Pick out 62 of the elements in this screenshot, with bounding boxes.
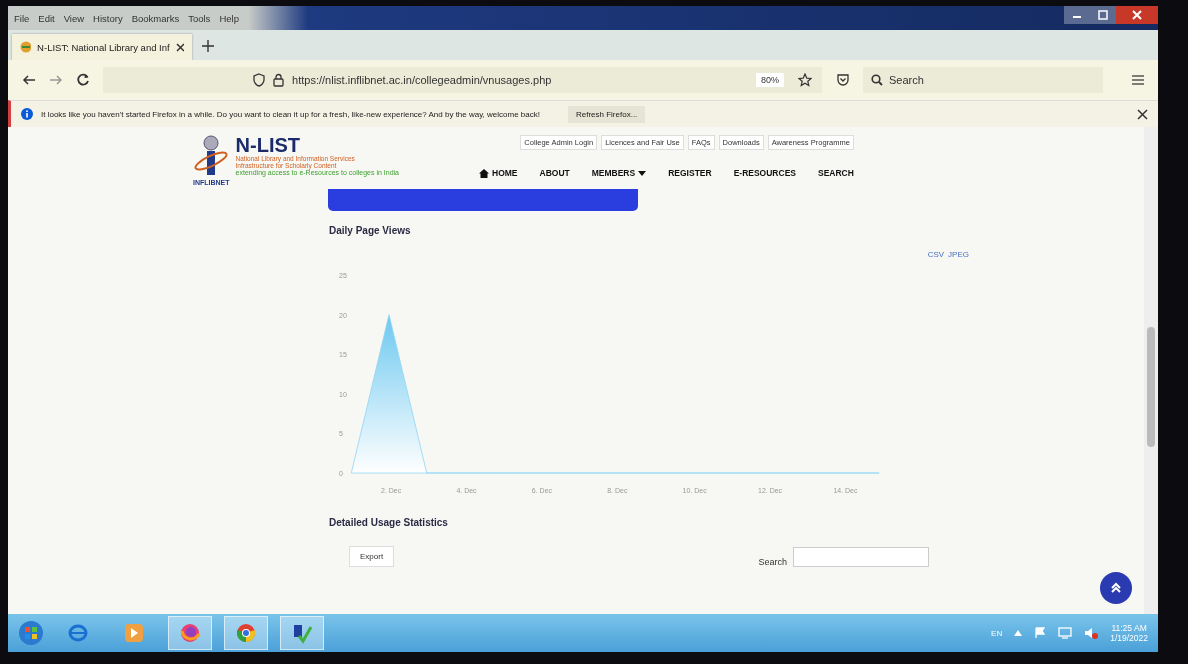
caret-icon: [638, 170, 647, 176]
nav-link[interactable]: HOME: [479, 168, 518, 178]
taskbar-icon[interactable]: [224, 616, 268, 650]
section-heading: Detailed Usage Statistics: [329, 517, 449, 528]
close-icon: [1132, 10, 1142, 20]
menu-item[interactable]: File: [14, 12, 30, 24]
nav-link[interactable]: ABOUT: [539, 168, 570, 178]
search-field[interactable]: [793, 547, 929, 567]
menu-item[interactable]: History: [93, 12, 123, 24]
new-tab-icon[interactable]: [202, 40, 214, 52]
play-icon: [123, 622, 145, 644]
scrollbar[interactable]: [1144, 127, 1158, 614]
search-field[interactable]: Search: [862, 67, 1103, 93]
browser-e-icon: [67, 622, 89, 644]
home-icon: [479, 168, 489, 178]
menu-item[interactable]: Tools: [188, 12, 211, 24]
menu-item[interactable]: Edit: [38, 12, 55, 24]
star-icon[interactable]: [797, 73, 812, 87]
minimize-button[interactable]: [1064, 6, 1090, 24]
export-button[interactable]: Export: [349, 546, 395, 567]
section-heading: Daily Page Views: [329, 225, 412, 236]
nav-link[interactable]: SEARCH: [818, 168, 854, 178]
site-icon: [20, 41, 32, 53]
back-icon[interactable]: [22, 74, 36, 86]
flag-icon[interactable]: [1034, 627, 1047, 639]
nav-link[interactable]: MEMBERS: [591, 168, 647, 178]
browser-tab[interactable]: N-LIST: National Library and Inf: [12, 34, 192, 60]
menu-item[interactable]: Bookmarks: [131, 12, 180, 24]
notification-message: It looks like you haven't started Firefox in a while. Do you want to clean it up for a fresh, like-new experience? And by the way, welcome back!: [41, 109, 540, 119]
close-icon[interactable]: [1137, 108, 1148, 120]
close-button[interactable]: [1116, 6, 1158, 24]
app-icon: [291, 622, 313, 644]
export-link[interactable]: JPEG: [948, 250, 969, 259]
fox-globe-icon: [179, 622, 201, 644]
menu-item[interactable]: View: [63, 12, 85, 24]
reload-icon[interactable]: [76, 73, 90, 87]
pocket-icon[interactable]: [835, 73, 849, 87]
export-link[interactable]: CSV: [927, 250, 945, 259]
close-icon[interactable]: [175, 42, 184, 52]
taskbar-icon[interactable]: [280, 616, 324, 650]
double-chevron-icon: [1110, 582, 1122, 594]
lock-icon[interactable]: [273, 73, 285, 87]
start-button[interactable]: [18, 620, 44, 646]
menu-icon[interactable]: [1130, 74, 1144, 86]
nav-link[interactable]: E-RESOURCES: [733, 168, 796, 178]
maximize-button[interactable]: [1090, 6, 1116, 24]
zoom-level[interactable]: 80%: [755, 73, 784, 87]
info-icon: [21, 108, 33, 120]
site-title: N-LIST: [235, 135, 301, 155]
search-icon: [870, 74, 883, 86]
forward-icon[interactable]: [49, 74, 63, 86]
chrome-icon: [235, 622, 257, 644]
scroll-top-button[interactable]: [1100, 572, 1132, 604]
nav-link[interactable]: REGISTER: [668, 168, 712, 178]
maximize-icon: [1098, 10, 1108, 20]
shield-icon[interactable]: [253, 73, 266, 87]
refresh-firefox-button[interactable]: Refresh Firefox...: [567, 105, 646, 123]
search-label: Search: [758, 557, 787, 567]
volume-icon[interactable]: [1084, 627, 1099, 639]
address-bar[interactable]: https://nlist.inflibnet.ac.in/collegeadmin/vnusages.php 80%: [103, 67, 822, 93]
menu-item[interactable]: Help: [219, 12, 239, 24]
taskbar-icon[interactable]: [168, 616, 212, 650]
